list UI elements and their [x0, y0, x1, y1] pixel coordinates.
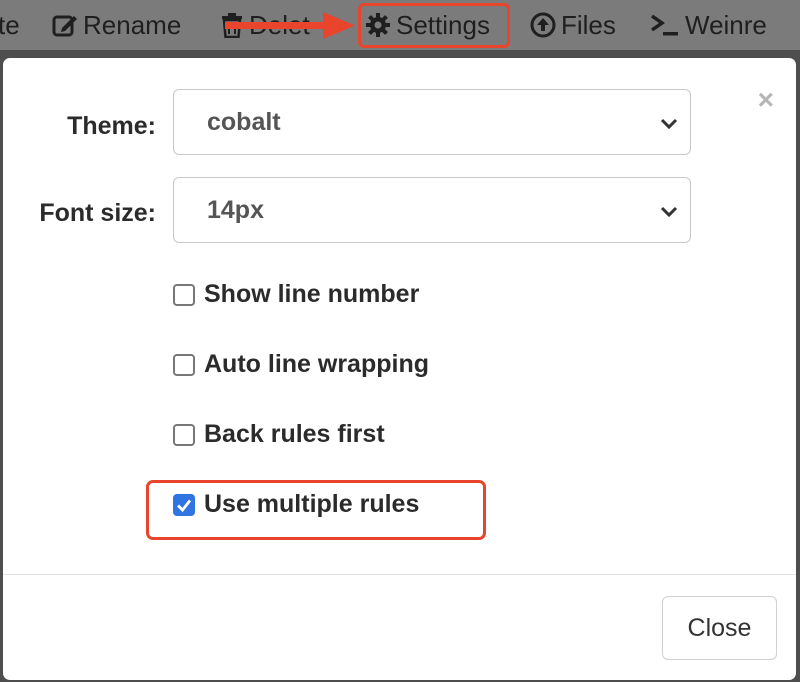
close-button[interactable]: Close: [662, 596, 777, 660]
back-rules-first-option[interactable]: Back rules first: [173, 420, 385, 449]
toolbar: te Rename Delet: [0, 0, 800, 50]
chevron-down-icon: [660, 118, 678, 130]
show-line-number-checkbox[interactable]: [173, 283, 195, 306]
auto-line-wrapping-option[interactable]: Auto line wrapping: [173, 350, 429, 379]
files-label: Files: [561, 9, 616, 40]
edit-icon: [52, 12, 78, 38]
use-multiple-rules-highlight: [146, 480, 486, 540]
rename-button[interactable]: Rename: [52, 0, 181, 50]
weinre-label: Weinre: [685, 9, 767, 40]
settings-modal: × Theme: cobalt Font size: 14px Show lin…: [3, 58, 796, 680]
modal-footer-divider: [3, 574, 796, 575]
close-icon[interactable]: ×: [758, 86, 774, 114]
toolbar-item-write[interactable]: te: [0, 0, 20, 50]
option-label: Show line number: [204, 280, 420, 308]
back-rules-first-checkbox[interactable]: [173, 423, 195, 446]
rename-label: Rename: [83, 9, 182, 40]
chevron-down-icon: [660, 206, 678, 218]
font-size-value: 14px: [207, 195, 264, 224]
weinre-button[interactable]: Weinre: [650, 0, 767, 50]
show-line-number-option[interactable]: Show line number: [173, 280, 419, 309]
font-size-label: Font size:: [39, 199, 156, 227]
auto-line-wrapping-checkbox[interactable]: [173, 353, 195, 376]
settings-highlight: [358, 3, 510, 48]
files-button[interactable]: Files: [530, 0, 616, 50]
font-size-select[interactable]: 14px: [173, 177, 691, 243]
theme-select[interactable]: cobalt: [173, 89, 691, 155]
arrow-right-icon: [225, 12, 355, 39]
option-label: Auto line wrapping: [204, 350, 429, 378]
theme-value: cobalt: [207, 107, 281, 136]
option-label: Back rules first: [204, 420, 385, 448]
theme-label: Theme:: [67, 112, 156, 140]
upload-circle-icon: [530, 12, 556, 38]
toolbar-item-label: te: [0, 9, 20, 40]
terminal-icon: [650, 12, 680, 38]
